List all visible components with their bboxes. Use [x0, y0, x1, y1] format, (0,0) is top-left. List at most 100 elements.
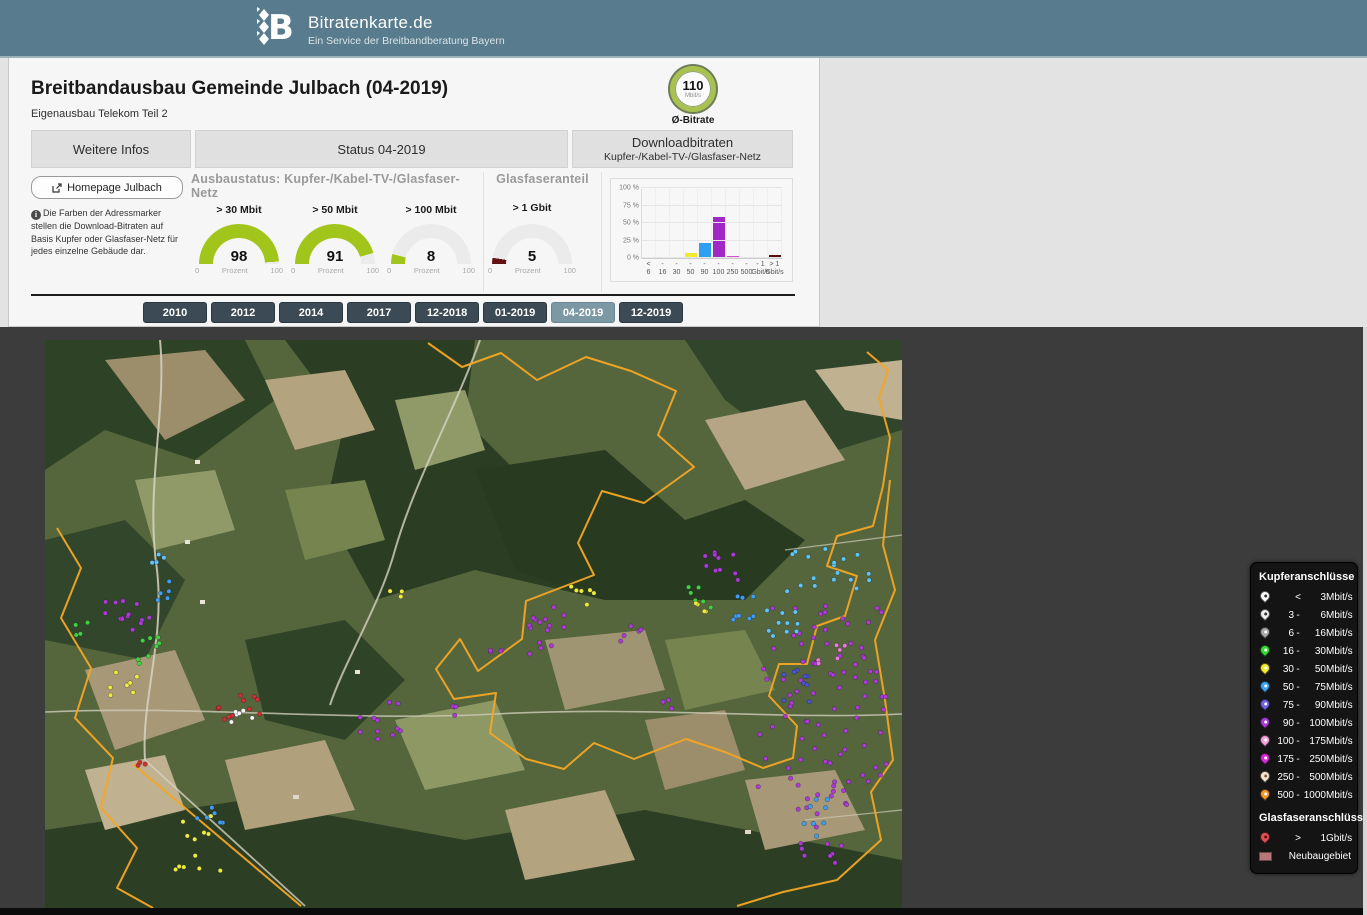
address-marker[interactable]	[800, 847, 804, 851]
address-marker[interactable]	[812, 625, 816, 629]
address-marker[interactable]	[847, 780, 851, 784]
address-marker[interactable]	[527, 623, 531, 627]
address-marker[interactable]	[801, 660, 805, 664]
address-marker[interactable]	[831, 789, 835, 793]
address-marker[interactable]	[388, 589, 392, 593]
address-marker[interactable]	[130, 628, 134, 632]
satellite-map[interactable]	[45, 340, 902, 908]
address-marker[interactable]	[713, 553, 717, 557]
year-button[interactable]: 01-2019	[483, 302, 547, 323]
address-marker[interactable]	[217, 705, 221, 709]
address-marker[interactable]	[794, 629, 798, 633]
address-marker[interactable]	[807, 700, 811, 704]
address-marker[interactable]	[819, 612, 823, 616]
address-marker[interactable]	[811, 636, 815, 640]
address-marker[interactable]	[686, 585, 690, 589]
address-marker[interactable]	[740, 596, 744, 600]
address-marker[interactable]	[792, 633, 796, 637]
address-marker[interactable]	[822, 821, 826, 825]
address-marker[interactable]	[147, 615, 151, 619]
address-marker[interactable]	[258, 712, 262, 716]
address-marker[interactable]	[210, 806, 214, 810]
address-marker[interactable]	[713, 568, 717, 572]
address-marker[interactable]	[765, 608, 769, 612]
address-marker[interactable]	[569, 584, 573, 588]
address-marker[interactable]	[709, 605, 713, 609]
year-button[interactable]: 2017	[347, 302, 411, 323]
address-marker[interactable]	[539, 646, 543, 650]
address-marker[interactable]	[785, 589, 789, 593]
address-marker[interactable]	[629, 624, 633, 628]
address-marker[interactable]	[181, 820, 185, 824]
address-marker[interactable]	[795, 622, 799, 626]
address-marker[interactable]	[731, 617, 735, 621]
address-marker[interactable]	[829, 794, 833, 798]
address-marker[interactable]	[814, 797, 818, 801]
address-marker[interactable]	[832, 780, 836, 784]
address-marker[interactable]	[805, 683, 809, 687]
address-marker[interactable]	[241, 709, 245, 713]
address-marker[interactable]	[114, 670, 118, 674]
address-marker[interactable]	[250, 716, 254, 720]
address-marker[interactable]	[825, 797, 829, 801]
address-marker[interactable]	[146, 654, 150, 658]
address-marker[interactable]	[875, 670, 879, 674]
address-marker[interactable]	[639, 628, 643, 632]
address-marker[interactable]	[156, 635, 160, 639]
address-marker[interactable]	[454, 704, 458, 708]
address-marker[interactable]	[874, 679, 878, 683]
address-marker[interactable]	[853, 675, 857, 679]
address-marker[interactable]	[592, 591, 596, 595]
address-marker[interactable]	[78, 632, 82, 636]
address-marker[interactable]	[825, 642, 829, 646]
address-marker[interactable]	[878, 730, 882, 734]
address-marker[interactable]	[619, 639, 623, 643]
address-marker[interactable]	[751, 594, 755, 598]
address-marker[interactable]	[689, 591, 693, 595]
address-marker[interactable]	[864, 680, 868, 684]
address-marker[interactable]	[849, 641, 853, 645]
address-marker[interactable]	[799, 642, 803, 646]
address-marker[interactable]	[182, 865, 186, 869]
address-marker[interactable]	[863, 694, 867, 698]
address-marker[interactable]	[193, 854, 197, 858]
address-marker[interactable]	[622, 633, 626, 637]
address-marker[interactable]	[811, 821, 815, 825]
address-marker[interactable]	[878, 773, 882, 777]
address-marker[interactable]	[233, 710, 237, 714]
address-marker[interactable]	[376, 737, 380, 741]
address-marker[interactable]	[121, 599, 125, 603]
address-marker[interactable]	[786, 766, 790, 770]
address-marker[interactable]	[735, 594, 739, 598]
address-marker[interactable]	[531, 616, 535, 620]
address-marker[interactable]	[824, 805, 828, 809]
address-marker[interactable]	[798, 758, 802, 762]
address-marker[interactable]	[823, 547, 827, 551]
address-marker[interactable]	[763, 756, 767, 760]
address-marker[interactable]	[840, 617, 844, 621]
address-marker[interactable]	[844, 802, 848, 806]
address-marker[interactable]	[579, 589, 583, 593]
address-marker[interactable]	[781, 677, 785, 681]
address-marker[interactable]	[832, 561, 836, 565]
address-marker[interactable]	[528, 652, 532, 656]
address-marker[interactable]	[562, 613, 566, 617]
address-marker[interactable]	[761, 667, 765, 671]
address-marker[interactable]	[867, 572, 871, 576]
address-marker[interactable]	[247, 707, 251, 711]
address-marker[interactable]	[696, 585, 700, 589]
address-marker[interactable]	[782, 672, 786, 676]
address-marker[interactable]	[867, 578, 871, 582]
address-marker[interactable]	[835, 656, 839, 660]
address-marker[interactable]	[661, 700, 665, 704]
address-marker[interactable]	[547, 624, 551, 628]
address-marker[interactable]	[875, 606, 879, 610]
address-marker[interactable]	[866, 620, 870, 624]
address-marker[interactable]	[832, 578, 836, 582]
address-marker[interactable]	[767, 629, 771, 633]
address-marker[interactable]	[138, 760, 142, 764]
address-marker[interactable]	[499, 649, 503, 653]
address-marker[interactable]	[113, 600, 117, 604]
address-marker[interactable]	[103, 611, 107, 615]
address-marker[interactable]	[843, 644, 847, 648]
